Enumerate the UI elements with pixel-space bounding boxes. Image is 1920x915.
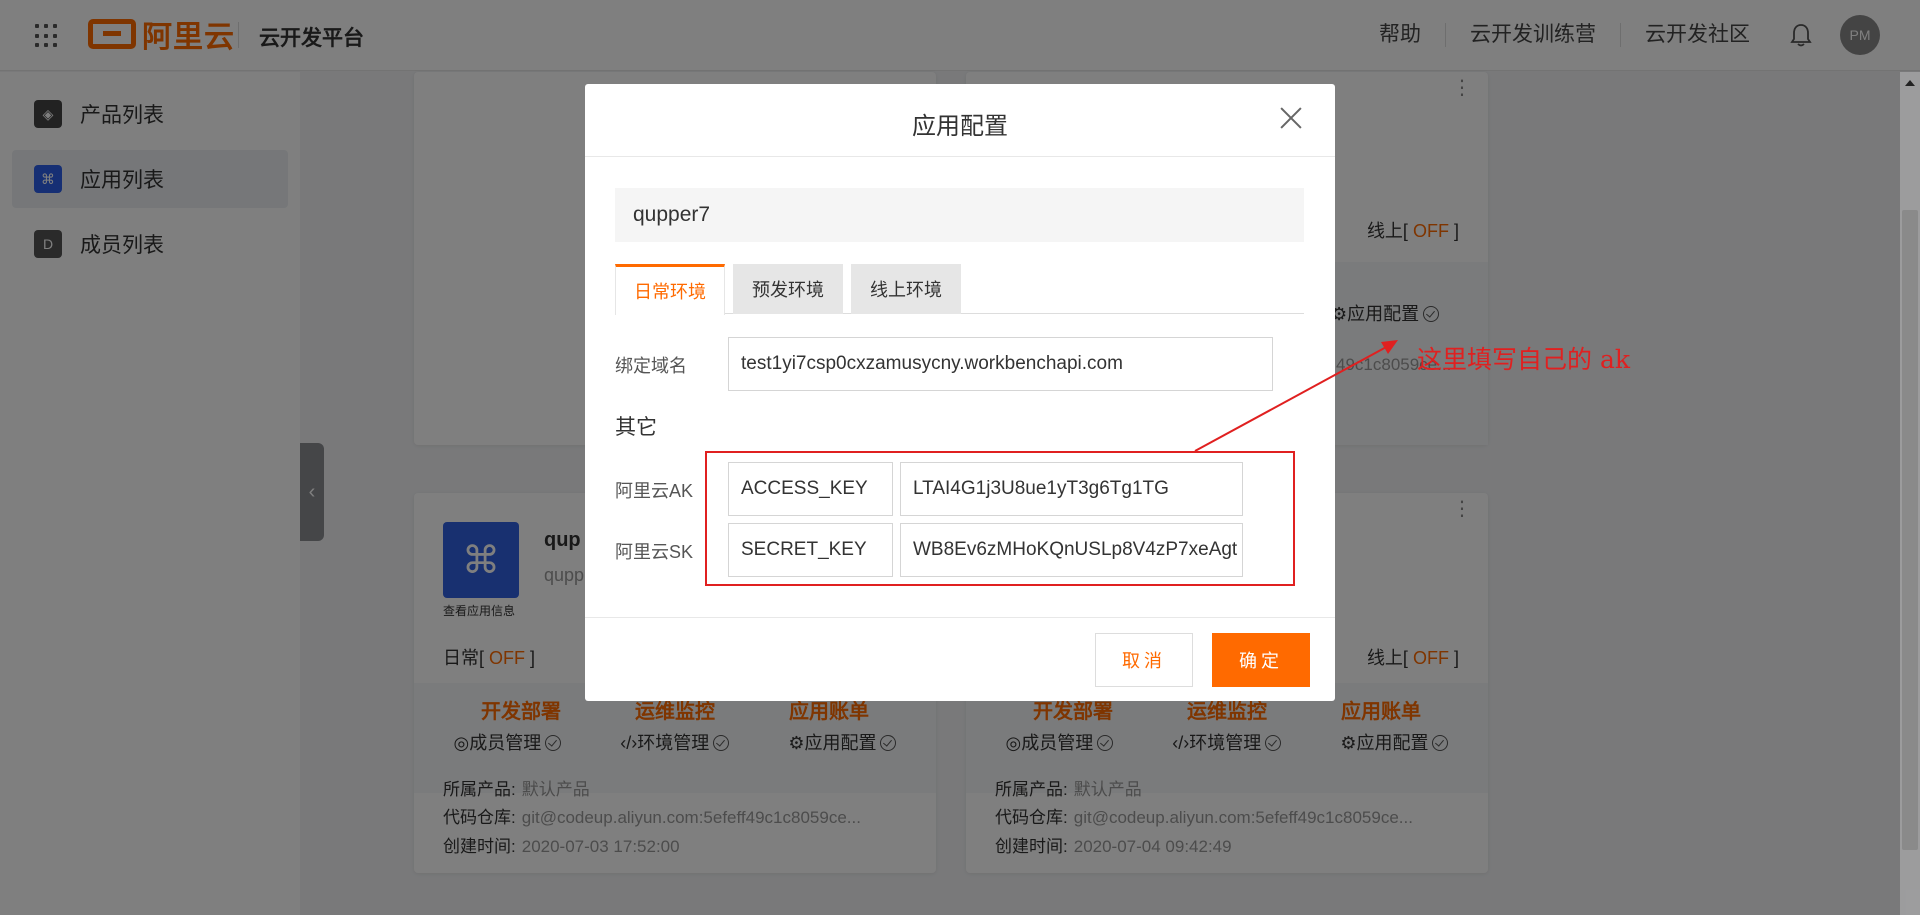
annotation-note: 这里填写自己的 ak	[1417, 345, 1631, 374]
tab-daily-env[interactable]: 日常环境	[615, 264, 725, 315]
domain-input[interactable]	[728, 337, 1273, 391]
tab-staging-env[interactable]: 预发环境	[733, 264, 843, 314]
other-section-title: 其它	[615, 416, 657, 439]
domain-label: 绑定域名	[615, 356, 687, 376]
confirm-button[interactable]: 确定	[1212, 633, 1310, 687]
cancel-button[interactable]: 取消	[1095, 633, 1193, 687]
app-config-modal: 应用配置 日常环境 预发环境 线上环境 绑定域名 其它 阿里云AK 阿里云SK …	[585, 84, 1335, 701]
modal-header-divider	[585, 156, 1335, 157]
scrollbar-thumb[interactable]	[1902, 210, 1918, 850]
modal-title: 应用配置	[912, 113, 1008, 140]
sk-label: 阿里云SK	[615, 542, 694, 562]
modal-footer-divider	[585, 617, 1335, 618]
env-tabs: 日常环境 预发环境 线上环境	[615, 264, 1304, 315]
tab-production-env[interactable]: 线上环境	[851, 264, 961, 314]
ak-label: 阿里云AK	[615, 481, 694, 501]
close-icon[interactable]	[1277, 104, 1305, 132]
annotation-highlight-box	[705, 451, 1295, 586]
scroll-up-arrow-icon[interactable]	[1905, 80, 1915, 86]
app-name-field[interactable]	[615, 188, 1304, 242]
